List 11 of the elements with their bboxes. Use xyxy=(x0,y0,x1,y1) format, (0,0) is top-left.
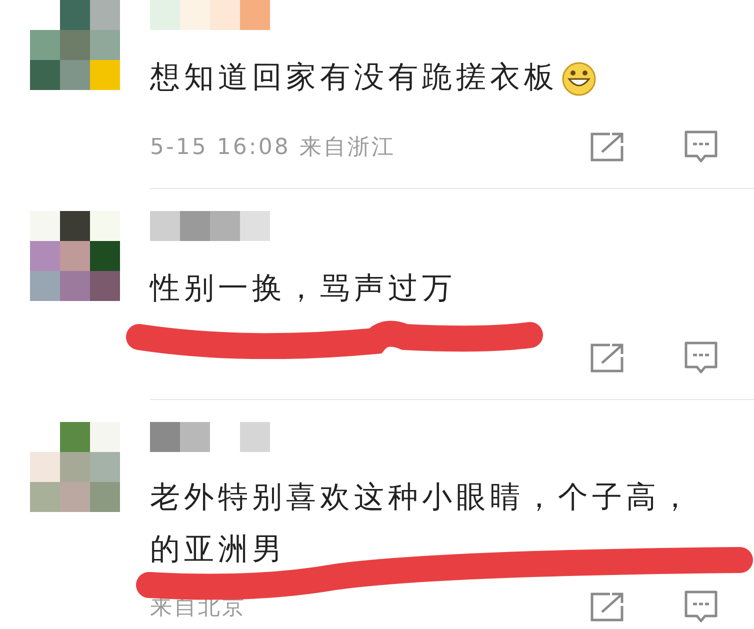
share-icon[interactable] xyxy=(590,343,624,373)
comment-text: 性别一换，骂声过万 xyxy=(150,271,456,306)
comment-icon[interactable] xyxy=(684,341,718,375)
comment-icon[interactable] xyxy=(684,130,718,164)
comment-meta: 5-15 16:08 来自浙江 xyxy=(150,134,396,162)
share-icon[interactable] xyxy=(590,132,624,162)
comment-text: 的亚洲男 xyxy=(150,532,286,567)
comment-text: 想知道回家有没有跪搓衣板 xyxy=(150,60,558,95)
comment-text: 老外特别喜欢这种小眼睛，个子高， xyxy=(150,480,694,515)
share-icon[interactable] xyxy=(590,592,624,622)
comment-icon[interactable] xyxy=(684,590,718,624)
